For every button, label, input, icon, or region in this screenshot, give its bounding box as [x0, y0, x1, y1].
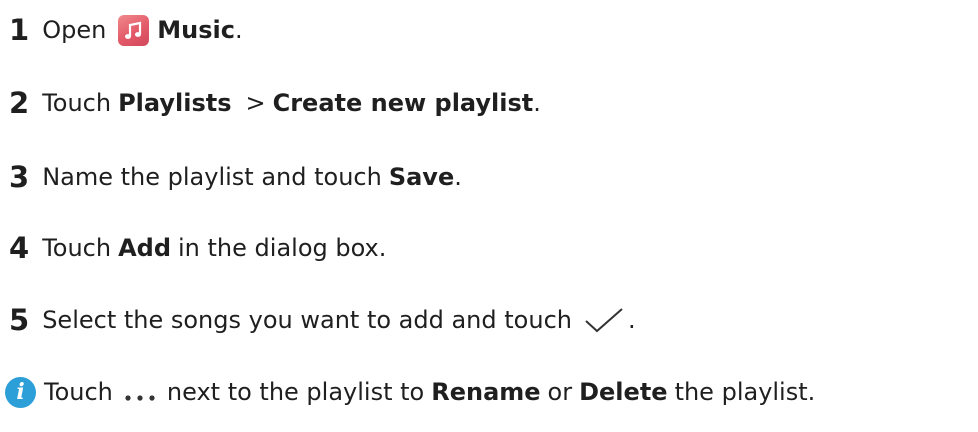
step-2: 2 Touch Playlists > Create new playlist. [9, 85, 541, 121]
step-punct: . [627, 306, 636, 334]
step-4: 4 Touch Add in the dialog box. [9, 230, 386, 266]
step-punct: . [533, 89, 541, 117]
save-label: Save [388, 163, 455, 191]
step-punct: . [235, 16, 243, 44]
create-new-playlist-label: Create new playlist [272, 89, 534, 117]
playlists-label: Playlists [118, 89, 232, 117]
step-text-end: in the dialog box. [178, 234, 387, 262]
step-1: 1 Open Music. [9, 12, 243, 48]
step-3: 3 Name the playlist and touch Save. [9, 159, 462, 195]
music-label: Music [157, 16, 236, 44]
step-text: Open [42, 16, 107, 44]
note-text-mid: next to the playlist to [166, 378, 425, 406]
step-punct: . [454, 163, 462, 191]
step-text: Select the songs you want to add and tou… [42, 306, 572, 334]
checkmark-icon [584, 307, 624, 333]
music-app-icon [118, 14, 150, 46]
delete-label: Delete [579, 378, 668, 406]
info-icon: i [5, 376, 36, 408]
step-number: 4 [9, 231, 30, 265]
step-text: Touch [42, 89, 112, 117]
note-text: Touch [44, 378, 113, 406]
tip-note: i Touch next to the playlist to Rename o… [5, 374, 815, 410]
more-options-icon [123, 381, 157, 401]
note-text-end: the playlist. [674, 378, 816, 406]
step-number: 5 [9, 303, 30, 337]
add-label: Add [118, 234, 172, 262]
separator-arrow: > [245, 89, 266, 117]
step-number: 2 [9, 86, 30, 120]
rename-label: Rename [431, 378, 541, 406]
note-or: or [547, 378, 573, 406]
step-5: 5 Select the songs you want to add and t… [9, 302, 636, 338]
step-number: 3 [9, 160, 30, 194]
step-number: 1 [9, 13, 30, 47]
step-text: Touch [42, 234, 112, 262]
step-text: Name the playlist and touch [42, 163, 382, 191]
